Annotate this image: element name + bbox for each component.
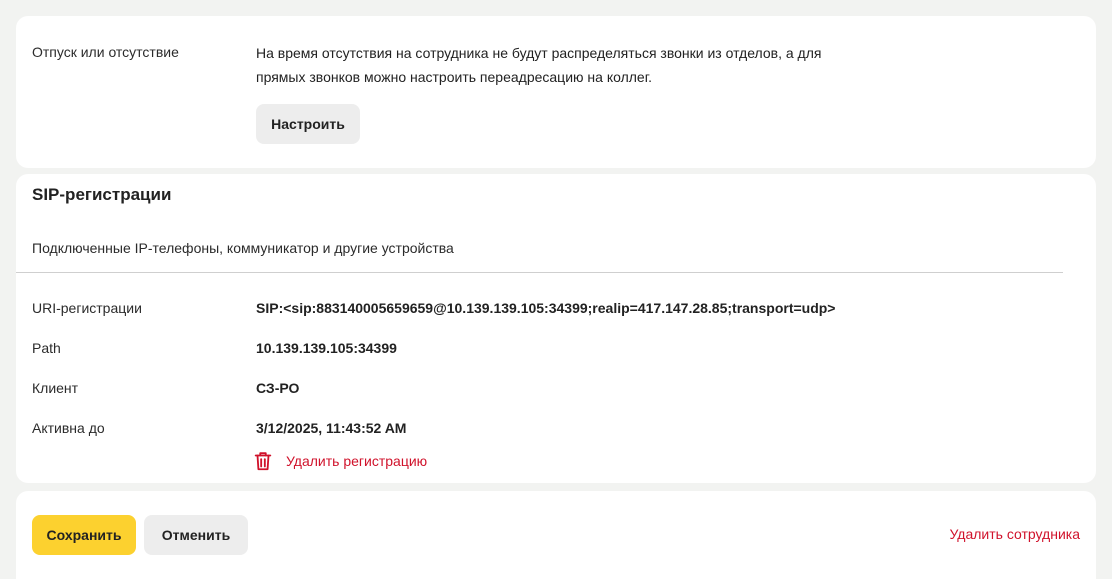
uri-value: SIP:<sip:883140005659659@10.139.139.105:…: [256, 300, 836, 316]
configure-button[interactable]: Настроить: [256, 104, 360, 144]
sip-subtitle: Подключенные IP-телефоны, коммуникатор и…: [32, 240, 454, 256]
delete-registration-button[interactable]: Удалить регистрацию: [252, 450, 427, 472]
sip-title: SIP-регистрации: [32, 185, 172, 204]
vacation-card: Отпуск или отсутствие На время отсутстви…: [16, 16, 1096, 168]
vacation-description-line2: прямых звонков можно настроить переадрес…: [256, 69, 652, 85]
delete-registration-label: Удалить регистрацию: [286, 453, 428, 469]
path-value: 10.139.139.105:34399: [256, 340, 397, 356]
divider: [16, 272, 1063, 273]
delete-employee-link[interactable]: Удалить сотрудника: [950, 526, 1081, 542]
client-label: Клиент: [32, 380, 79, 396]
sip-registrations-card: SIP-регистрации Подключенные IP-телефоны…: [16, 174, 1096, 483]
trash-icon: [254, 452, 272, 471]
vacation-label: Отпуск или отсутствие: [32, 44, 179, 60]
active-until-value: 3/12/2025, 11:43:52 AM: [256, 420, 407, 436]
path-label: Path: [32, 340, 61, 356]
uri-label: URI-регистрации: [32, 300, 142, 316]
actions-bar: Сохранить Отменить Удалить сотрудника: [16, 491, 1096, 579]
vacation-description: На время отсутствия на сотрудника не буд…: [256, 41, 856, 89]
client-value: СЗ-РО: [256, 380, 300, 396]
save-button[interactable]: Сохранить: [32, 515, 136, 555]
active-until-label: Активна до: [32, 420, 105, 436]
cancel-button[interactable]: Отменить: [144, 515, 248, 555]
vacation-description-line1: На время отсутствия на сотрудника не буд…: [256, 45, 822, 61]
